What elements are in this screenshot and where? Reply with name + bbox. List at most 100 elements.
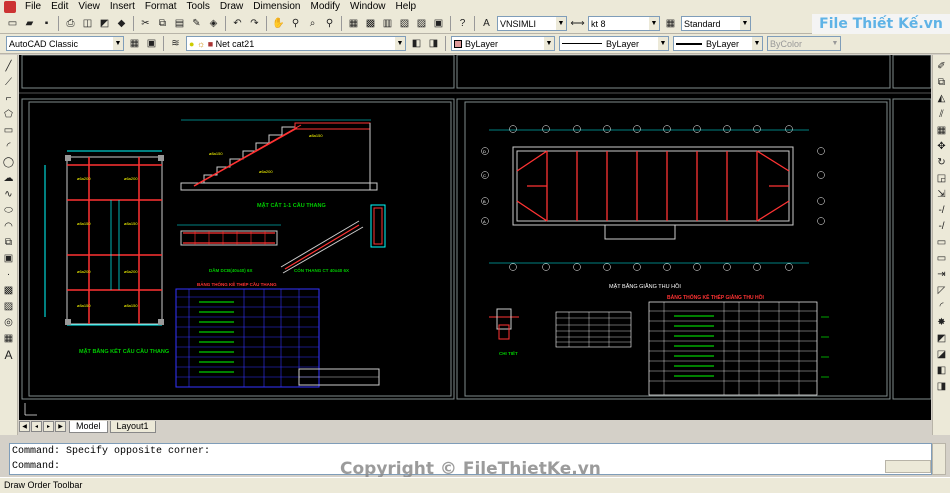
menu-insert[interactable]: Insert (105, 0, 140, 14)
undo-icon[interactable]: ↶ (230, 16, 245, 31)
properties-icon[interactable]: ▦ (346, 16, 361, 31)
table-style-select[interactable]: Standard ▼ (681, 16, 751, 31)
ellipse-arc-icon[interactable]: ◠ (2, 220, 16, 234)
zoom-previous-icon[interactable]: ⚲ (322, 16, 337, 31)
workspace-save-icon[interactable]: ▣ (144, 36, 159, 51)
dim-style-select[interactable]: kt 8 ▼ (588, 16, 660, 31)
menu-draw[interactable]: Draw (215, 0, 248, 14)
pan-icon[interactable]: ✋ (271, 16, 286, 31)
bring-above-icon[interactable]: ◧ (935, 364, 949, 378)
layer-select[interactable]: ● ☼ ■ Net cat21 ▼ (186, 36, 406, 51)
text-style-select[interactable]: VNSIMLI ▼ (497, 16, 567, 31)
gradient-icon[interactable]: ▨ (2, 300, 16, 314)
next-tab-icon[interactable]: ▸ (43, 421, 54, 432)
lineweight-select[interactable]: ByLayer ▼ (673, 36, 763, 51)
break-icon[interactable]: ▭ (935, 252, 949, 266)
line-icon[interactable]: ╱ (2, 60, 16, 74)
match-properties-icon[interactable]: ✎ (189, 16, 204, 31)
print-icon[interactable]: ⎙ (63, 16, 78, 31)
zoom-window-icon[interactable]: ⌕ (305, 16, 320, 31)
copy-object-icon[interactable]: ⧉ (935, 76, 949, 90)
chamfer-icon[interactable]: ◸ (935, 284, 949, 298)
construction-line-icon[interactable]: ⟋ (2, 76, 16, 90)
trim-icon[interactable]: -/ (935, 204, 949, 218)
3d-dwf-icon[interactable]: ◆ (114, 16, 129, 31)
break-at-point-icon[interactable]: ▭ (935, 236, 949, 250)
command-scrollbar[interactable] (932, 443, 946, 475)
menu-file[interactable]: File (20, 0, 46, 14)
make-block-icon[interactable]: ▣ (2, 252, 16, 266)
fillet-icon[interactable]: ◜ (935, 300, 949, 314)
point-icon[interactable]: · (2, 268, 16, 282)
publish-icon[interactable]: ◩ (97, 16, 112, 31)
workspace-settings-icon[interactable]: ▦ (127, 36, 142, 51)
rotate-icon[interactable]: ↻ (935, 156, 949, 170)
insert-block-icon[interactable]: ⧉ (2, 236, 16, 250)
join-icon[interactable]: ⇥ (935, 268, 949, 282)
polygon-icon[interactable]: ⬠ (2, 108, 16, 122)
new-file-icon[interactable]: ▭ (5, 16, 20, 31)
array-icon[interactable]: ▦ (935, 124, 949, 138)
block-editor-icon[interactable]: ◈ (206, 16, 221, 31)
offset-icon[interactable]: ⫽ (935, 108, 949, 122)
autocad-app-icon[interactable] (4, 1, 16, 13)
cut-icon[interactable]: ✂ (138, 16, 153, 31)
extend-icon[interactable]: -/ (935, 220, 949, 234)
linetype-select[interactable]: ByLayer ▼ (559, 36, 669, 51)
markup-icon[interactable]: ▨ (414, 16, 429, 31)
copy-icon[interactable]: ⧉ (155, 16, 170, 31)
tab-model[interactable]: Model (69, 420, 108, 433)
paste-icon[interactable]: ▤ (172, 16, 187, 31)
layer-previous-icon[interactable]: ◨ (426, 36, 441, 51)
menu-modify[interactable]: Modify (306, 0, 345, 14)
draw-order-front-icon[interactable]: ◩ (935, 332, 949, 346)
drawing-canvas[interactable]: ø6a200 ø6a200 ø8a150 ø8a150 ø6a200 ø6a200 ø… (19, 55, 931, 420)
help-icon[interactable]: ? (455, 16, 470, 31)
last-tab-icon[interactable]: ▶ (55, 421, 66, 432)
tool-palettes-icon[interactable]: ▥ (380, 16, 395, 31)
zoom-realtime-icon[interactable]: ⚲ (288, 16, 303, 31)
horizontal-scrollbar[interactable] (885, 460, 931, 473)
first-tab-icon[interactable]: ◀ (19, 421, 30, 432)
polyline-icon[interactable]: ⌐ (2, 92, 16, 106)
plot-preview-icon[interactable]: ◫ (80, 16, 95, 31)
standard-toolbar: ▭ ▰ ▪ ⎙ ◫ ◩ ◆ ✂ ⧉ ▤ ✎ ◈ ↶ ↷ ✋ ⚲ ⌕ ⚲ ▦ ▩ … (0, 14, 950, 34)
explode-icon[interactable]: ✸ (935, 316, 949, 330)
scale-icon[interactable]: ◲ (935, 172, 949, 186)
calculator-icon[interactable]: ▣ (431, 16, 446, 31)
tab-layout1[interactable]: Layout1 (109, 420, 156, 433)
revision-cloud-icon[interactable]: ☁ (2, 172, 16, 186)
arc-icon[interactable]: ◜ (2, 140, 16, 154)
redo-icon[interactable]: ↷ (247, 16, 262, 31)
design-center-icon[interactable]: ▩ (363, 16, 378, 31)
layer-manager-icon[interactable]: ≋ (168, 36, 183, 51)
ellipse-icon[interactable]: ⬭ (2, 204, 16, 218)
erase-icon[interactable]: ✐ (935, 60, 949, 74)
menu-view[interactable]: View (73, 0, 105, 14)
menu-format[interactable]: Format (140, 0, 182, 14)
menu-dimension[interactable]: Dimension (248, 0, 305, 14)
region-icon[interactable]: ◎ (2, 316, 16, 330)
save-icon[interactable]: ▪ (39, 16, 54, 31)
open-folder-icon[interactable]: ▰ (22, 16, 37, 31)
prev-tab-icon[interactable]: ◂ (31, 421, 42, 432)
menu-edit[interactable]: Edit (46, 0, 73, 14)
menu-tools[interactable]: Tools (182, 0, 215, 14)
send-under-icon[interactable]: ◨ (935, 380, 949, 394)
sheet-set-icon[interactable]: ▧ (397, 16, 412, 31)
stretch-icon[interactable]: ⇲ (935, 188, 949, 202)
draw-order-back-icon[interactable]: ◪ (935, 348, 949, 362)
hatch-icon[interactable]: ▩ (2, 284, 16, 298)
menu-help[interactable]: Help (391, 0, 422, 14)
table-icon[interactable]: ▦ (2, 332, 16, 346)
spline-icon[interactable]: ∿ (2, 188, 16, 202)
color-select[interactable]: ByLayer ▼ (451, 36, 555, 51)
move-icon[interactable]: ✥ (935, 140, 949, 154)
circle-icon[interactable]: ◯ (2, 156, 16, 170)
make-current-layer-icon[interactable]: ◧ (409, 36, 424, 51)
workspace-select[interactable]: AutoCAD Classic ▼ (6, 36, 124, 51)
menu-window[interactable]: Window (345, 0, 391, 14)
rectangle-icon[interactable]: ▭ (2, 124, 16, 138)
mirror-icon[interactable]: ◭ (935, 92, 949, 106)
multiline-text-icon[interactable]: A (2, 348, 16, 362)
